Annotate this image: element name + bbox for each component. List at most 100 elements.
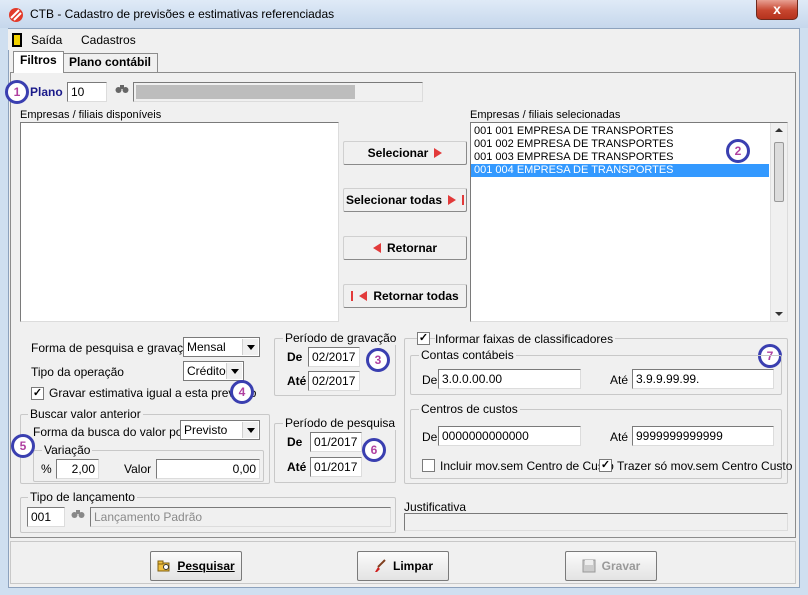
periodo-pesquisa-ate-input[interactable]: 01/2017 bbox=[310, 457, 362, 477]
menu-saida[interactable]: Saída bbox=[31, 33, 62, 47]
available-list-label: Empresas / filiais disponíveis bbox=[20, 109, 162, 121]
plano-description bbox=[133, 82, 423, 102]
annotation-badge-3: 3 bbox=[366, 348, 390, 372]
tipo-operacao-value: Crédito bbox=[187, 364, 226, 378]
arrow-left-icon bbox=[372, 243, 381, 253]
forma-busca-select[interactable]: Previsto bbox=[180, 420, 260, 440]
selected-list-label: Empresas / filiais selecionadas bbox=[470, 109, 621, 121]
list-item-selected[interactable]: 001 004 EMPRESA DE TRANSPORTES bbox=[471, 164, 769, 177]
gravar-button[interactable]: Gravar bbox=[565, 551, 657, 581]
tipo-operacao-select[interactable]: Crédito bbox=[183, 361, 244, 381]
annotation-badge-2: 2 bbox=[726, 139, 750, 163]
binoculars-icon[interactable] bbox=[113, 83, 131, 101]
scroll-up-icon[interactable] bbox=[775, 128, 783, 132]
retornar-button[interactable]: Retornar bbox=[343, 236, 467, 260]
variacao-pct-input[interactable]: 2,00 bbox=[56, 459, 99, 479]
periodo-pesquisa-title: Período de pesquisa bbox=[283, 416, 398, 430]
gravar-label: Gravar bbox=[601, 559, 641, 573]
tipo-operacao-label: Tipo da operação bbox=[31, 365, 124, 379]
contas-title: Contas contábeis bbox=[419, 348, 516, 362]
selecionar-button-label: Selecionar bbox=[367, 146, 429, 160]
trazer-sem-cc-label: Trazer só mov.sem Centro Custo bbox=[617, 459, 793, 473]
periodo-gravacao-ate-label: Até bbox=[287, 374, 307, 388]
buscar-valor-title: Buscar valor anterior bbox=[28, 407, 143, 421]
contas-de-input[interactable]: 3.0.0.00.00 bbox=[438, 369, 581, 389]
chevron-down-icon[interactable] bbox=[226, 363, 242, 379]
menu-cadastros[interactable]: Cadastros bbox=[81, 33, 136, 47]
selecionar-todas-button[interactable]: Selecionar todas bbox=[343, 188, 467, 212]
scrollbar[interactable] bbox=[770, 123, 787, 321]
pesquisar-button[interactable]: Pesquisar bbox=[150, 551, 242, 581]
list-item[interactable]: 001 002 EMPRESA DE TRANSPORTES bbox=[471, 138, 769, 151]
periodo-gravacao-ate-input[interactable]: 02/2017 bbox=[308, 371, 360, 391]
forma-pesquisa-select[interactable]: Mensal bbox=[183, 337, 260, 357]
centros-de-label: De bbox=[422, 430, 438, 444]
gravar-estimativa-checkbox[interactable]: ✓ bbox=[31, 387, 44, 400]
tipo-lancamento-code-input[interactable]: 001 bbox=[27, 507, 65, 527]
justificativa-label: Justificativa bbox=[404, 500, 467, 514]
variacao-title: Variação bbox=[42, 443, 93, 457]
save-icon bbox=[582, 559, 596, 573]
exit-door-icon bbox=[12, 33, 22, 47]
retornar-todas-label: Retornar todas bbox=[373, 289, 459, 303]
tipo-lancamento-title: Tipo de lançamento bbox=[28, 490, 137, 504]
retornar-todas-button[interactable]: Retornar todas bbox=[343, 284, 467, 308]
selecionar-todas-label: Selecionar todas bbox=[345, 193, 443, 207]
annotation-badge-6: 6 bbox=[362, 438, 386, 462]
annotation-badge-4: 4 bbox=[230, 380, 254, 404]
scroll-thumb[interactable] bbox=[774, 142, 784, 202]
brush-icon bbox=[374, 559, 386, 572]
tab-filtros[interactable]: Filtros bbox=[13, 51, 64, 73]
bar-icon bbox=[351, 291, 354, 301]
arrow-right-double-icon bbox=[448, 195, 457, 205]
list-item[interactable]: 001 003 EMPRESA DE TRANSPORTES bbox=[471, 151, 769, 164]
faixas-checkbox[interactable]: ✓ bbox=[417, 332, 430, 345]
contas-ate-label: Até bbox=[610, 373, 629, 387]
forma-busca-label: Forma da busca do valor por bbox=[33, 425, 187, 439]
limpar-button[interactable]: Limpar bbox=[357, 551, 449, 581]
centros-ate-input[interactable]: 9999999999999 bbox=[632, 426, 774, 446]
forma-pesquisa-label: Forma de pesquisa e gravação bbox=[31, 341, 197, 355]
periodo-gravacao-title: Período de gravação bbox=[283, 331, 399, 345]
variacao-valor-label: Valor bbox=[124, 462, 152, 476]
tab-plano-contabil[interactable]: Plano contábil bbox=[62, 53, 159, 72]
selecionar-button[interactable]: Selecionar bbox=[343, 141, 467, 165]
annotation-badge-5: 5 bbox=[11, 434, 35, 458]
periodo-pesquisa-de-input[interactable]: 01/2017 bbox=[310, 432, 362, 452]
close-button[interactable]: x bbox=[756, 0, 798, 20]
pesquisar-label: Pesquisar bbox=[177, 559, 235, 573]
arrow-right-icon bbox=[434, 148, 443, 158]
plano-description-fill bbox=[136, 85, 355, 99]
contas-de-label: De bbox=[422, 373, 438, 387]
variacao-pct-label: % bbox=[41, 462, 52, 476]
tipo-lancamento-description: Lançamento Padrão bbox=[90, 507, 391, 527]
folder-search-icon bbox=[157, 560, 170, 572]
available-list[interactable] bbox=[20, 122, 339, 322]
variacao-valor-input[interactable]: 0,00 bbox=[156, 459, 260, 479]
arrow-left-double-icon bbox=[359, 291, 368, 301]
scroll-down-icon[interactable] bbox=[775, 312, 783, 316]
annotation-badge-1: 1 bbox=[5, 80, 29, 104]
incluir-sem-cc-checkbox[interactable] bbox=[422, 459, 435, 472]
chevron-down-icon[interactable] bbox=[242, 422, 258, 438]
incluir-sem-cc-label: Incluir mov.sem Centro de Custo bbox=[440, 459, 614, 473]
centros-de-input[interactable]: 0000000000000 bbox=[438, 426, 581, 446]
plano-input[interactable]: 10 bbox=[67, 82, 107, 102]
trazer-sem-cc-checkbox[interactable]: ✓ bbox=[599, 459, 612, 472]
binoculars-icon[interactable] bbox=[69, 508, 87, 526]
contas-ate-input[interactable]: 3.9.9.99.99. bbox=[632, 369, 774, 389]
app-logo-icon bbox=[9, 8, 23, 22]
justificativa-input[interactable] bbox=[404, 513, 788, 531]
window-title: CTB - Cadastro de previsões e estimativa… bbox=[30, 7, 335, 21]
faixas-label: Informar faixas de classificadores bbox=[435, 332, 616, 346]
chevron-down-icon[interactable] bbox=[242, 339, 258, 355]
forma-busca-value: Previsto bbox=[184, 423, 228, 437]
list-item[interactable]: 001 001 EMPRESA DE TRANSPORTES bbox=[471, 125, 769, 138]
periodo-gravacao-de-input[interactable]: 02/2017 bbox=[308, 347, 360, 367]
periodo-pesquisa-de-label: De bbox=[287, 435, 303, 449]
periodo-gravacao-de-label: De bbox=[287, 350, 303, 364]
limpar-label: Limpar bbox=[392, 559, 433, 573]
plano-label: Plano bbox=[30, 85, 63, 99]
forma-pesquisa-value: Mensal bbox=[187, 340, 226, 354]
centros-ate-label: Até bbox=[610, 430, 629, 444]
